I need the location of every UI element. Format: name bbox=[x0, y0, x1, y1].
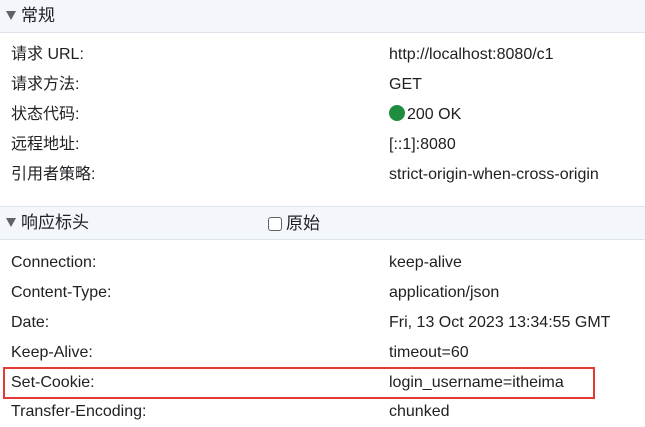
transfer-encoding-value: chunked bbox=[389, 403, 450, 420]
header-row-content-type: Content-Type: application/json bbox=[0, 278, 645, 308]
triangle-down-icon[interactable] bbox=[6, 218, 16, 227]
general-section-title: 常规 bbox=[21, 6, 55, 25]
response-headers-title: 响应标头 bbox=[21, 213, 89, 232]
content-type-value: application/json bbox=[389, 284, 500, 301]
general-row-status-code: 状态代码: 200 OK bbox=[0, 100, 645, 130]
status-code-key: 状态代码: bbox=[11, 106, 80, 123]
response-headers-section-header[interactable]: 响应标头 原始 bbox=[0, 206, 645, 240]
general-row-request-url: 请求 URL: http://localhost:8080/c1 bbox=[0, 40, 645, 70]
header-row-set-cookie: Set-Cookie: login_username=itheima bbox=[0, 368, 645, 398]
general-row-remote-address: 远程地址: [::1]:8080 bbox=[0, 130, 645, 160]
keep-alive-key: Keep-Alive: bbox=[11, 344, 93, 361]
transfer-encoding-key: Transfer-Encoding: bbox=[11, 403, 147, 420]
remote-address-value: [::1]:8080 bbox=[389, 136, 456, 153]
green-dot-icon bbox=[389, 105, 405, 121]
date-value: Fri, 13 Oct 2023 13:34:55 GMT bbox=[389, 314, 611, 331]
remote-address-key: 远程地址: bbox=[11, 136, 80, 153]
set-cookie-value: login_username=itheima bbox=[389, 374, 564, 391]
keep-alive-value: timeout=60 bbox=[389, 344, 469, 361]
set-cookie-key: Set-Cookie: bbox=[11, 374, 95, 391]
connection-key: Connection: bbox=[11, 254, 97, 271]
header-row-keep-alive: Keep-Alive: timeout=60 bbox=[0, 338, 645, 368]
header-row-connection: Connection: keep-alive bbox=[0, 248, 645, 278]
request-url-value: http://localhost:8080/c1 bbox=[389, 46, 554, 63]
general-section-header[interactable]: 常规 bbox=[0, 0, 645, 33]
date-key: Date: bbox=[11, 314, 50, 331]
raw-checkbox[interactable] bbox=[268, 217, 282, 231]
request-url-key: 请求 URL: bbox=[11, 46, 84, 63]
status-code-value-wrap: 200 OK bbox=[389, 105, 461, 125]
referrer-policy-value: strict-origin-when-cross-origin bbox=[389, 166, 599, 183]
connection-value: keep-alive bbox=[389, 254, 462, 271]
header-row-date: Date: Fri, 13 Oct 2023 13:34:55 GMT bbox=[0, 308, 645, 338]
request-method-value: GET bbox=[389, 76, 422, 93]
referrer-policy-key: 引用者策略: bbox=[11, 166, 96, 183]
triangle-down-icon[interactable] bbox=[6, 11, 16, 20]
raw-toggle[interactable]: 原始 bbox=[268, 213, 320, 235]
general-row-referrer-policy: 引用者策略: strict-origin-when-cross-origin bbox=[0, 160, 645, 190]
general-row-request-method: 请求方法: GET bbox=[0, 70, 645, 100]
header-row-transfer-encoding: Transfer-Encoding: chunked bbox=[0, 397, 645, 427]
content-type-key: Content-Type: bbox=[11, 284, 112, 301]
request-method-key: 请求方法: bbox=[11, 76, 80, 93]
raw-label: 原始 bbox=[286, 214, 320, 233]
status-code-value: 200 OK bbox=[407, 106, 462, 123]
